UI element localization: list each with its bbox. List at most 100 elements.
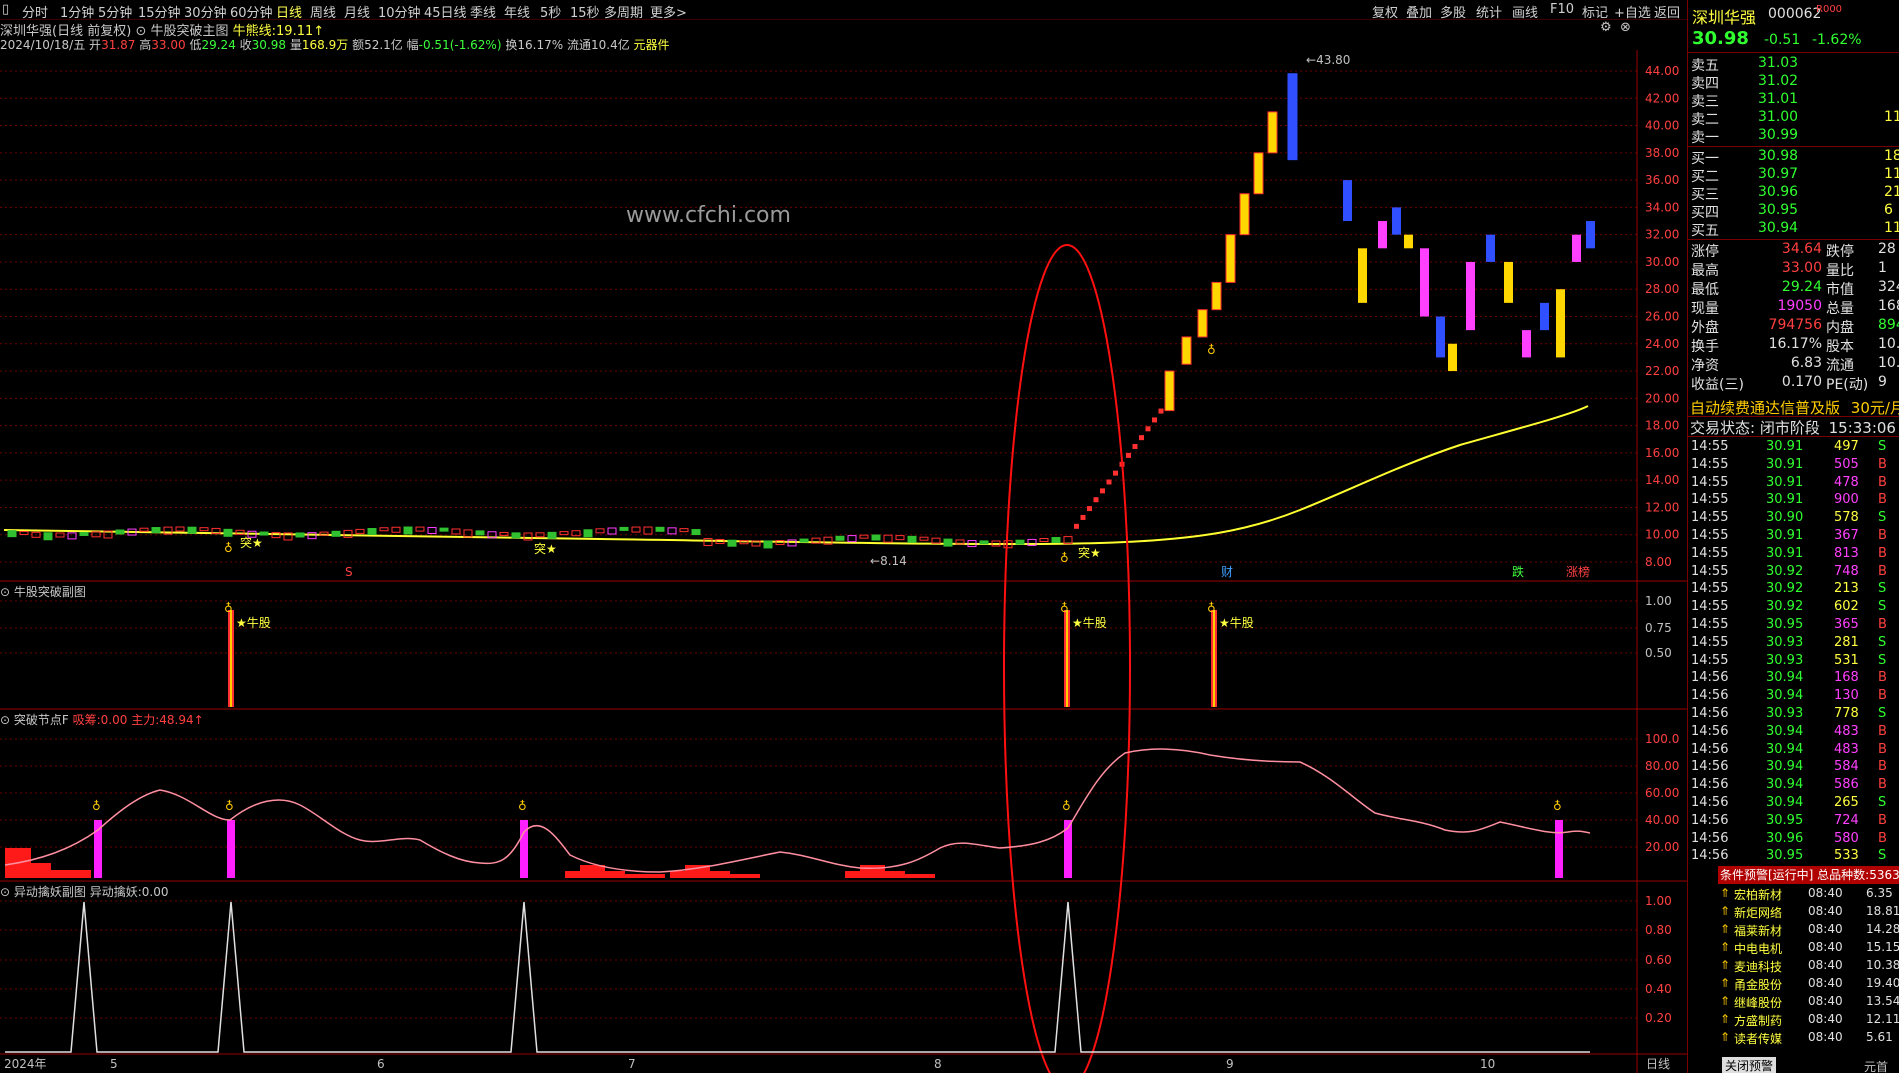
period-5m-tab[interactable]: 5分钟 (98, 2, 132, 21)
ask-row[interactable]: 卖五 31.03 (1688, 55, 1899, 74)
stat-value: 6.83 (1790, 355, 1822, 371)
candle (895, 535, 905, 541)
candle (1504, 261, 1513, 303)
sub3-collapse-icon[interactable]: ⊙ (0, 885, 10, 899)
candle (79, 531, 89, 536)
mark-button[interactable]: 标记 (1582, 2, 1608, 21)
add-watchlist-button[interactable]: +自选 (1614, 2, 1651, 21)
price-tick: 28.00 (1645, 282, 1679, 296)
overlay-button[interactable]: 叠加 (1406, 2, 1432, 21)
tick-time: 14:55 (1691, 617, 1729, 632)
ask-row[interactable]: 卖二 31.00 11 (1688, 109, 1899, 128)
sub2-collapse-icon[interactable]: ⊙ (0, 713, 10, 727)
period-5s-tab[interactable]: 5秒 (540, 2, 561, 21)
alert-row[interactable]: ⇑ 方盛制药 08:40 12.11 (1718, 1012, 1899, 1030)
alert-row[interactable]: ⇑ 新炬网络 08:40 18.81 (1718, 904, 1899, 922)
tick-volume: 483 (1834, 723, 1859, 739)
period-60m-tab[interactable]: 60分钟 (230, 2, 273, 21)
close-alert-button[interactable]: 关闭预警 (1722, 1057, 1777, 1073)
tick-volume: 505 (1834, 456, 1859, 472)
alert-row[interactable]: ⇑ 麦迪科技 08:40 10.38 (1718, 958, 1899, 976)
f10-button[interactable]: F10 (1550, 2, 1574, 17)
ask-row[interactable]: 卖三 31.01 (1688, 91, 1899, 110)
stat-label: 股本 (1826, 339, 1854, 355)
multi-stock-button[interactable]: 多股 (1440, 2, 1466, 21)
alert-arrow-icon: ⇑ (1720, 922, 1731, 936)
tick-side: B (1878, 492, 1887, 508)
period-quarter-tab[interactable]: 季线 (470, 2, 496, 21)
candle (607, 527, 617, 535)
tick-side: B (1878, 723, 1887, 739)
candle (319, 531, 329, 536)
stat-label: 总量 (1826, 301, 1854, 317)
stat-label: 最低 (1691, 282, 1719, 298)
period-45d-tab[interactable]: 45日线 (424, 2, 467, 21)
draw-line-button[interactable]: 画线 (1512, 2, 1538, 21)
period-year-tab[interactable]: 年线 (504, 2, 530, 21)
money-bag-icon: ♁ (1207, 343, 1216, 357)
price-tick: 22.00 (1645, 364, 1679, 378)
candle (667, 527, 677, 535)
candle (1132, 444, 1138, 450)
candle (1051, 537, 1061, 544)
promo-text[interactable]: 自动续费通达信普及版 30元/月 (1690, 397, 1899, 418)
bid-row[interactable]: 买一 30.98 18 (1688, 148, 1899, 167)
alert-row[interactable]: ⇑ 福莱新材 08:40 14.28 (1718, 922, 1899, 940)
date-tick: 9 (1226, 1057, 1234, 1071)
menu-icon[interactable]: ▯ (2, 2, 9, 17)
stat-row: 最低 29.24市值 324.0 (1688, 279, 1899, 298)
alert-row[interactable]: ⇑ 中电电机 08:40 15.15 (1718, 940, 1899, 958)
tick-side: S (1878, 706, 1887, 721)
candle (259, 531, 269, 536)
stat-value: 19050 (1777, 298, 1822, 314)
tick-side: B (1878, 670, 1887, 686)
bid-row[interactable]: 买五 30.94 11 (1688, 220, 1899, 239)
sub1-title[interactable]: 牛股突破副图 (14, 585, 86, 599)
kline-chart[interactable]: 44.00 42.00 40.00 38.00 36.00 34.00 32.00 30.00… (0, 20, 1687, 1073)
period-1m-tab[interactable]: 1分钟 (60, 2, 94, 21)
bid-row[interactable]: 买二 30.97 11 (1688, 166, 1899, 185)
alert-row[interactable]: ⇑ 宏柏新材 08:40 6.35 (1718, 886, 1899, 904)
fuquan-button[interactable]: 复权 (1372, 2, 1398, 21)
ask-row[interactable]: 卖一 30.99 (1688, 127, 1899, 146)
date-axis: 2024年 5 6 7 8 9 10 日线 (4, 1057, 1670, 1071)
sub3-tick: 0.40 (1645, 982, 1672, 996)
tick-time: 14:55 (1691, 652, 1729, 668)
period-month-tab[interactable]: 月线 (344, 2, 370, 21)
alert-time: 08:40 (1808, 940, 1843, 954)
alert-row[interactable]: ⇑ 继峰股份 08:40 13.54 (1718, 994, 1899, 1012)
sub1-collapse-icon[interactable]: ⊙ (0, 585, 10, 599)
bid-row[interactable]: 买四 30.95 6 (1688, 202, 1899, 221)
period-10m-tab[interactable]: 10分钟 (378, 2, 421, 21)
alert-value: 5.61 (1866, 1030, 1893, 1044)
period-week-tab[interactable]: 周线 (310, 2, 336, 21)
alert-stock-name: 中电电机 (1734, 942, 1783, 956)
sub2-title[interactable]: 突破节点F (14, 713, 69, 727)
date-tick: 7 (628, 1057, 636, 1071)
back-button[interactable]: 返回 (1654, 2, 1680, 21)
alert-stock-name: 方盛制药 (1734, 1014, 1783, 1028)
period-15s-tab[interactable]: 15秒 (570, 2, 600, 21)
period-30m-tab[interactable]: 30分钟 (184, 2, 227, 21)
sub3-title[interactable]: 异动擒妖副图 (14, 885, 86, 899)
period-day-tab[interactable]: 日线 (276, 2, 302, 21)
candle (1015, 539, 1025, 545)
sub3-tick: 0.60 (1645, 953, 1672, 967)
tick-time: 14:55 (1691, 545, 1729, 561)
alert-title[interactable]: 条件预警[运行中] 总品种数:5363 (1718, 866, 1899, 884)
period-1min-tab[interactable]: 分时 (22, 2, 48, 21)
alert-row[interactable]: ⇑ 读者传媒 08:40 5.61 (1718, 1030, 1899, 1048)
ask-row[interactable]: 卖四 31.02 (1688, 73, 1899, 92)
candle (1466, 261, 1475, 331)
alert-value: 6.35 (1866, 886, 1893, 900)
stat-label: 现量 (1691, 301, 1719, 317)
period-multi-tab[interactable]: 多周期 (604, 2, 643, 21)
more-button[interactable]: 更多> (650, 2, 687, 21)
stats-button[interactable]: 统计 (1476, 2, 1502, 21)
period-15m-tab[interactable]: 15分钟 (138, 2, 181, 21)
candle (1152, 417, 1157, 423)
alert-row[interactable]: ⇑ 甬金股份 08:40 19.40 (1718, 976, 1899, 994)
stat-row: 换手 16.17%股本 10.5 (1688, 336, 1899, 355)
bid-row[interactable]: 买三 30.96 21 (1688, 184, 1899, 203)
tick-time: 14:55 (1691, 563, 1729, 579)
